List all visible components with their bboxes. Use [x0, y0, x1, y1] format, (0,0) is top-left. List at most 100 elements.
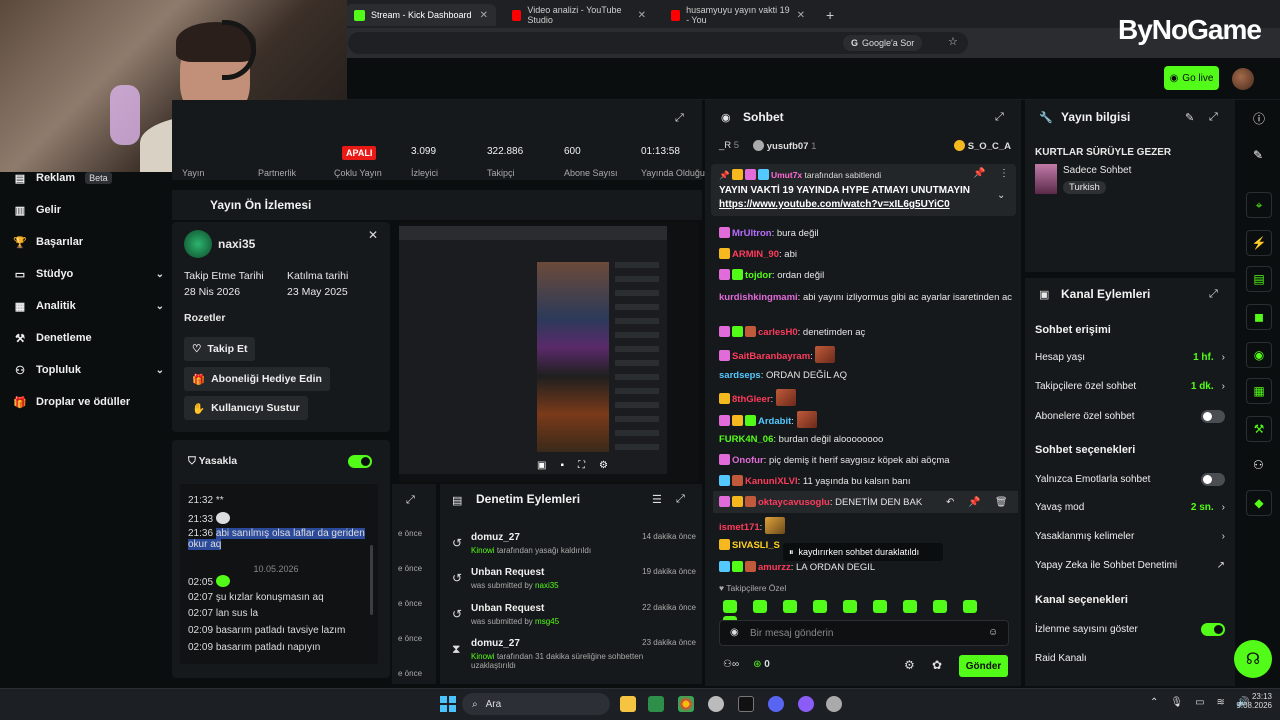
- taskbar-search[interactable]: ⌕ Ara: [462, 693, 610, 715]
- chat-icon[interactable]: ◼: [1246, 304, 1272, 330]
- chevron-down-icon[interactable]: ⌄: [997, 190, 1005, 201]
- delete-icon: 🗑: [994, 496, 1008, 508]
- emote-quick-bar[interactable]: [723, 600, 1013, 629]
- document-icon[interactable]: ▤: [1246, 266, 1272, 292]
- close-icon[interactable]: ✕: [368, 228, 378, 242]
- follow-button[interactable]: ♡ Takip Et: [184, 337, 256, 361]
- file-explorer-icon[interactable]: [620, 696, 636, 712]
- sidebar-item-revenue[interactable]: ▥ Gelir: [14, 204, 164, 217]
- emotes-only-setting[interactable]: Yalnızca Emotlarla sohbet: [1035, 473, 1225, 486]
- account-age-setting[interactable]: Hesap yaşı 1 hf. ›: [1035, 352, 1225, 363]
- windows-start-icon[interactable]: [440, 696, 456, 712]
- expand-icon[interactable]: ⤢: [995, 111, 1004, 124]
- youtube-favicon-icon: [671, 9, 681, 21]
- send-button[interactable]: Gönder: [959, 655, 1008, 677]
- username[interactable]: naxi35: [218, 237, 255, 251]
- sidebar-item-ads[interactable]: ▤ Reklam Beta: [14, 172, 164, 185]
- expand-icon[interactable]: ⤢: [406, 494, 415, 507]
- sidebar-item-moderation[interactable]: ⚒ Denetleme: [14, 332, 164, 345]
- layout-icon[interactable]: ▦: [1246, 378, 1272, 404]
- show-viewers-setting[interactable]: İzlenme sayısını göster: [1035, 623, 1225, 636]
- support-headset-icon[interactable]: ☊: [1234, 640, 1272, 678]
- sidebar-item-achievements[interactable]: 🏆 Başarılar: [13, 236, 164, 249]
- mod-action-item[interactable]: ↺ domuz_27 Kinowi tarafından yasağı kald…: [452, 532, 696, 566]
- discord-icon[interactable]: [768, 696, 784, 712]
- sidebar-item-community[interactable]: ⚇ Topluluk ⌄: [14, 364, 164, 377]
- wrench-icon[interactable]: ⚒: [1246, 416, 1272, 442]
- tab-youtube-video[interactable]: husamyuyu yayın vakti 19 - You ✕: [663, 4, 813, 26]
- url-field[interactable]: G Google'a Sor ☆: [348, 32, 968, 54]
- app-icon[interactable]: [798, 696, 814, 712]
- app-icon[interactable]: [648, 696, 664, 712]
- studio-icon: ▭: [14, 268, 26, 281]
- clock[interactable]: 23:13 9.08.2026: [1232, 692, 1272, 710]
- gift-sub-button[interactable]: 🎁 Aboneliği Hediye Edin: [184, 367, 330, 391]
- lightning-icon[interactable]: ⚡: [1246, 230, 1272, 256]
- pinned-link[interactable]: https://www.youtube.com/watch?v=xIL6g5UY…: [719, 199, 950, 210]
- bynogame-watermark: ByNoGame: [1118, 14, 1262, 45]
- message-actions[interactable]: ↶ 📌 🗑: [946, 493, 1018, 511]
- pencil-icon[interactable]: ✎: [1253, 148, 1263, 162]
- mod-action-item[interactable]: ↺ Unban Request was submitted by msg45 2…: [452, 603, 696, 637]
- chrome-icon[interactable]: [678, 696, 694, 712]
- google-ask-chip[interactable]: G Google'a Sor: [843, 35, 923, 51]
- expand-icon[interactable]: ⤢: [675, 112, 684, 125]
- show-viewers-toggle[interactable]: [1201, 623, 1225, 636]
- sidebar-item-drops[interactable]: 🎁 Droplar ve ödüller: [13, 396, 164, 409]
- channel-actions-icon: ▣: [1039, 289, 1050, 301]
- stream-category[interactable]: Sadece Sohbet: [1063, 165, 1131, 176]
- terminal-icon[interactable]: [738, 696, 754, 712]
- tab-youtube-studio[interactable]: Video analizi - YouTube Studio ✕: [504, 4, 654, 26]
- stat-uptime: 01:13:58 Yayında Olduğu: [641, 146, 705, 178]
- expand-icon[interactable]: ⤢: [1209, 288, 1218, 301]
- pinned-message[interactable]: 📌 Umut7x tarafından sabitlendi 📌 ⋮ YAYIN…: [711, 164, 1016, 216]
- followers-only-setting[interactable]: Takipçilere özel sohbet 1 dk. ›: [1035, 381, 1225, 392]
- sidebar-item-studio[interactable]: ▭ Stüdyo ⌄: [14, 268, 164, 281]
- bookmark-star-icon[interactable]: ☆: [948, 35, 958, 48]
- expand-icon[interactable]: ⤢: [1209, 111, 1218, 124]
- community-icon[interactable]: ⚇∞: [723, 659, 739, 670]
- profile-avatar[interactable]: [1232, 68, 1254, 90]
- mute-user-button[interactable]: ✋ Kullanıcıyı Sustur: [184, 396, 308, 420]
- tab-kick-dashboard[interactable]: Stream - Kick Dashboard ✕: [346, 4, 496, 26]
- obs-icon[interactable]: [708, 696, 724, 712]
- steam-icon[interactable]: [826, 696, 842, 712]
- mod-action-item[interactable]: ↺ Unban Request was submitted by naxi35 …: [452, 567, 696, 601]
- stat-subscribers: 600 Abone Sayısı: [564, 146, 618, 178]
- expand-icon[interactable]: ⤢: [676, 493, 685, 506]
- filter-icon[interactable]: ☰: [652, 493, 662, 506]
- chat-paused-notice[interactable]: ⏸ kaydırırken sohbet duraklatıldı: [783, 543, 943, 561]
- stream-info-title: Yayın bilgisi: [1061, 110, 1131, 124]
- emotes-only-toggle[interactable]: [1201, 473, 1225, 486]
- ban-toggle[interactable]: [348, 455, 372, 468]
- close-tab-icon[interactable]: ✕: [797, 10, 805, 21]
- mod-action-item[interactable]: ⧗ domuz_27 Kinowi tarafından 31 dakika s…: [452, 638, 696, 682]
- more-options-icon[interactable]: ⋮: [999, 168, 1009, 179]
- raid-setting[interactable]: Raid Kanalı: [1035, 653, 1225, 664]
- smiley-icon[interactable]: ☺: [988, 627, 998, 638]
- chat-settings-icon[interactable]: ⚙: [904, 658, 915, 672]
- go-live-button[interactable]: ◉ Go live: [1164, 66, 1219, 90]
- diamond-icon[interactable]: ◆: [1246, 490, 1272, 516]
- close-tab-icon[interactable]: ✕: [480, 10, 488, 21]
- subs-only-setting[interactable]: Abonelere özel sohbet: [1035, 410, 1225, 423]
- log-scrollbar[interactable]: [370, 545, 373, 615]
- chat-input[interactable]: ◉ Bir mesaj gönderin ☺: [719, 620, 1009, 646]
- slow-mode-setting[interactable]: Yavaş mod 2 sn. ›: [1035, 502, 1225, 513]
- sidebar-item-analytics[interactable]: ▦ Analitik ⌄: [14, 300, 164, 313]
- community-icon[interactable]: ⚇: [1253, 458, 1264, 472]
- ban-and-log-panel: ⛉ Yasakla 21:32 ** 21:33 21:36 abi sanıl…: [172, 440, 390, 678]
- subs-only-toggle[interactable]: [1201, 410, 1225, 423]
- banned-words-setting[interactable]: Yasaklanmış kelimeler ›: [1035, 531, 1225, 542]
- crosshair-icon[interactable]: ⌖: [1246, 192, 1272, 218]
- emote-picker-icon[interactable]: ✿: [932, 658, 942, 672]
- edit-icon[interactable]: ✎: [1185, 111, 1194, 124]
- info-icon[interactable]: ⓘ: [1253, 110, 1265, 127]
- ai-moderation-setting[interactable]: Yapay Zeka ile Sohbet Denetimi ↗: [1035, 560, 1225, 571]
- broadcast-icon[interactable]: ◉: [1246, 342, 1272, 368]
- unpin-icon[interactable]: 📌: [973, 168, 985, 179]
- stream-preview-video[interactable]: ▣ ▪ ⛶ ⚙: [399, 226, 667, 474]
- preview-controls[interactable]: ▣ ▪ ⛶ ⚙: [537, 460, 657, 474]
- new-tab-button[interactable]: +: [818, 4, 838, 26]
- close-tab-icon[interactable]: ✕: [638, 10, 646, 21]
